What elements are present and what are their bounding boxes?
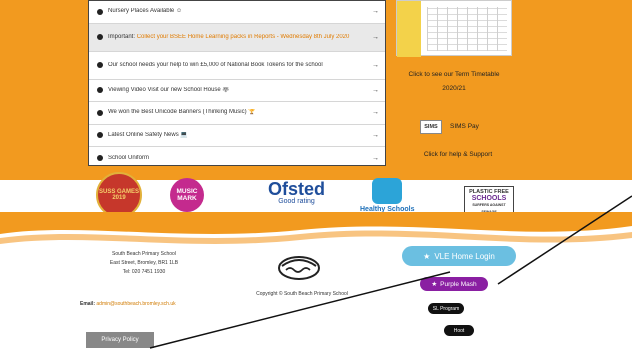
vle-login-label: VLE Home Login xyxy=(434,251,495,261)
hoot-button[interactable]: Hoot xyxy=(444,325,474,336)
term-timetable-link[interactable]: Click to see our Term Timetable 2020/21 xyxy=(396,68,512,96)
news-item[interactable]: Our school needs your help to win £5,000… xyxy=(89,52,385,80)
copyright-text: Copyright © South Beach Primary School xyxy=(256,291,348,297)
trophy-icon: 🏆 xyxy=(248,109,256,116)
program-label: SL Program xyxy=(432,305,460,312)
news-item-text: School Uniform xyxy=(108,154,150,161)
news-item-highlight: Collect your BSEE Home Learning packs in… xyxy=(136,33,350,40)
music-mark-text: MUSIC MARK xyxy=(170,178,204,212)
news-item[interactable]: Viewing Video Visit our new School House… xyxy=(89,80,385,102)
circle-arrow-icon xyxy=(97,109,103,116)
news-item[interactable]: Nursery Places Available ☺ → xyxy=(89,1,385,24)
arrow-right-icon: → xyxy=(372,131,379,139)
sims-pay-link[interactable]: SIMS Pay xyxy=(450,123,479,130)
arrow-right-icon: → xyxy=(372,8,379,16)
phone-number: Tel: 020 7451 1930 xyxy=(122,269,166,275)
circle-arrow-icon xyxy=(97,34,103,40)
animal-icon: 🐺 xyxy=(222,86,230,93)
vle-login-button[interactable]: ★ VLE Home Login xyxy=(402,246,516,266)
healthy-schools-icon xyxy=(372,178,403,204)
news-item-text: We won the Best Unicode Banners (Thinkin… xyxy=(108,109,247,116)
ofsted-text: Ofsted xyxy=(268,179,326,199)
news-item[interactable]: We won the Best Unicode Banners (Thinkin… xyxy=(89,102,385,125)
help-support-link[interactable]: Click for help & Support xyxy=(408,151,508,158)
arrow-right-icon: → xyxy=(372,86,379,94)
circle-arrow-icon xyxy=(97,8,103,15)
healthy-schools-logo: Healthy Schools xyxy=(360,178,414,213)
ofsted-logo: Ofsted Good rating xyxy=(268,180,325,206)
school-crest-logo xyxy=(278,256,320,280)
star-icon: ★ xyxy=(431,281,438,288)
circle-arrow-icon xyxy=(97,132,103,139)
ofsted-rating: Good rating xyxy=(278,198,315,205)
news-item[interactable]: Latest Online Safety News 💻 → xyxy=(89,125,385,147)
computer-icon: 💻 xyxy=(180,131,188,138)
arrow-right-icon: → xyxy=(372,33,379,41)
term-calendar-thumbnail[interactable] xyxy=(396,0,512,57)
program-button[interactable]: SL Program xyxy=(428,303,464,314)
smiley-icon: ☺ xyxy=(175,8,183,15)
star-icon: ★ xyxy=(423,251,431,261)
arrow-right-icon: → xyxy=(372,109,379,117)
arrow-right-icon: → xyxy=(372,154,379,162)
purple-mash-label: Purple Mash xyxy=(440,280,477,288)
email-label: Email: xyxy=(80,301,96,307)
sims-logo: SIMS xyxy=(420,120,442,134)
news-item-text: Latest Online Safety News xyxy=(108,131,179,138)
hoot-label: Hoot xyxy=(453,327,465,334)
calendar-strip xyxy=(397,1,421,57)
circle-arrow-icon xyxy=(97,155,103,162)
music-school-text: SCHOOL MEMBER xyxy=(208,192,257,198)
news-item-text: Nursery Places Available xyxy=(108,8,175,15)
news-list: Nursery Places Available ☺ → Important: … xyxy=(88,0,386,166)
news-item[interactable]: Important: Collect your BSEE Home Learni… xyxy=(89,23,385,52)
circle-arrow-icon xyxy=(97,62,103,68)
school-address: South Beach Primary School East Street, … xyxy=(96,250,192,277)
email-row: Email: admin@southbeach.bromley.sch.uk xyxy=(80,300,176,309)
privacy-policy-button[interactable]: Privacy Policy xyxy=(86,332,154,348)
news-item-text: Viewing Video Visit our new School House xyxy=(108,86,221,93)
purple-mash-button[interactable]: ★ Purple Mash xyxy=(420,277,488,291)
news-item[interactable]: School Uniform → xyxy=(89,147,385,170)
news-item-text: Our school needs your help to win £5,000… xyxy=(108,61,323,68)
calendar-grid xyxy=(427,7,507,51)
address-line: East Street, Bromley, BR1 1LB xyxy=(109,260,179,266)
email-link[interactable]: admin@southbeach.bromley.sch.uk xyxy=(96,301,175,307)
arrow-right-icon: → xyxy=(372,61,379,69)
news-item-text: Important: xyxy=(108,33,137,40)
circle-arrow-icon xyxy=(97,87,103,94)
wave-divider xyxy=(0,212,632,244)
music-mark-logo: MUSIC MARK SCHOOL MEMBER xyxy=(170,178,257,212)
address-line: South Beach Primary School xyxy=(112,251,176,257)
